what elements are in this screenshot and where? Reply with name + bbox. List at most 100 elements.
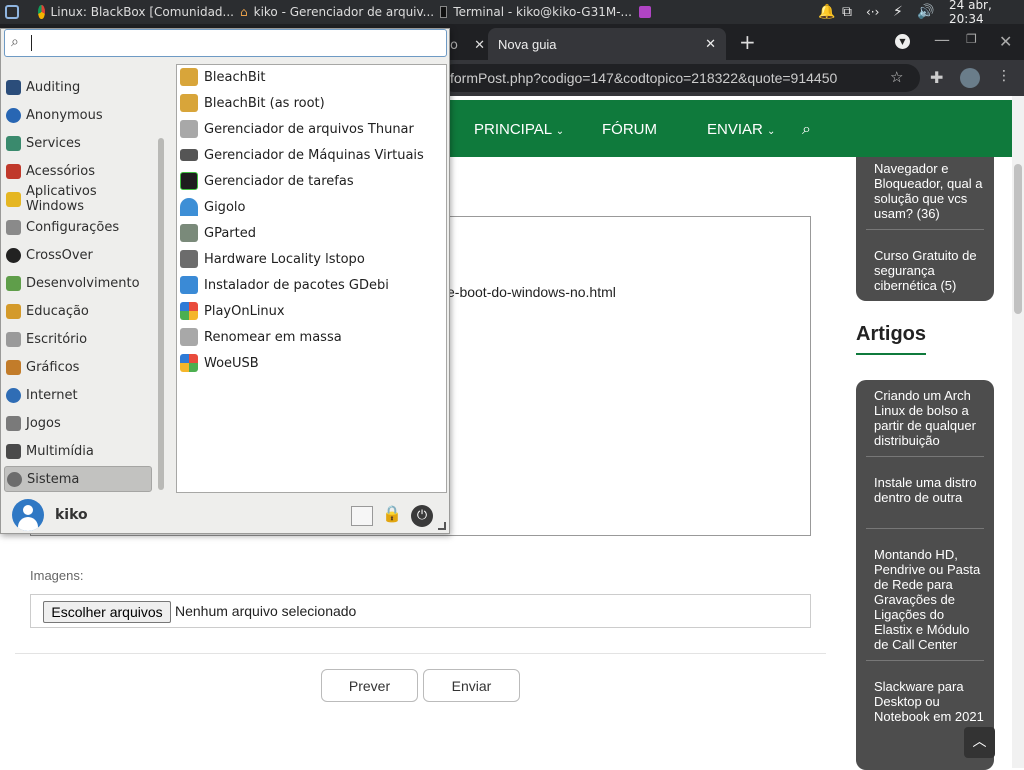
profile-avatar[interactable] xyxy=(960,68,980,88)
taskbar-window-files[interactable]: ⌂ kiko - Gerenciador de arquiv... xyxy=(240,0,434,24)
nav-forum[interactable]: FÓRUM xyxy=(602,121,657,138)
url-text: formPost.php?codigo=147&codtopico=218322… xyxy=(450,70,838,86)
category-crossover[interactable]: CrossOver xyxy=(6,242,152,268)
send-button[interactable]: Enviar xyxy=(423,669,520,702)
category-graficos[interactable]: Gráficos xyxy=(6,354,152,380)
taskbar-window-terminal[interactable]: Terminal - kiko@kiko-G31M-... xyxy=(440,0,632,24)
app-label: Gerenciador de tarefas xyxy=(204,173,354,189)
taskbar-window-browser[interactable]: Linux: BlackBox [Comunidad... xyxy=(38,0,234,24)
tab-label: Nova guia xyxy=(498,37,557,52)
broom-icon xyxy=(180,94,198,112)
download-icon xyxy=(180,276,198,294)
article-link[interactable]: Instale uma distro dentro de outra xyxy=(874,475,984,505)
power-manager-icon[interactable]: ⚡ xyxy=(893,0,903,24)
app-icon[interactable] xyxy=(639,0,655,24)
gear-icon xyxy=(7,471,22,487)
bookmark-star-icon[interactable]: ☆ xyxy=(890,68,903,86)
app-label: Renomear em massa xyxy=(204,329,342,345)
category-auditing[interactable]: Auditing xyxy=(6,74,152,100)
app-woeusb[interactable]: WoeUSB xyxy=(180,351,259,375)
search-icon[interactable]: ⌕ xyxy=(802,121,811,139)
article-link[interactable]: Montando HD, Pendrive ou Pasta de Rede p… xyxy=(874,547,984,652)
category-label: Sistema xyxy=(27,471,80,487)
choose-files-button[interactable]: Escolher arquivos xyxy=(43,601,171,623)
app-virt-manager[interactable]: Gerenciador de Máquinas Virtuais xyxy=(180,143,424,167)
category-label: Configurações xyxy=(26,219,120,235)
chrome-menu-icon[interactable]: ⋮ xyxy=(997,68,1011,84)
user-avatar xyxy=(12,499,44,531)
category-services[interactable]: Services xyxy=(6,130,152,156)
app-playonlinux[interactable]: PlayOnLinux xyxy=(180,299,285,323)
multimedia-icon xyxy=(6,443,21,459)
maximize-icon[interactable]: ❐ xyxy=(966,32,977,46)
menu-search-input[interactable]: ⌕ xyxy=(4,29,447,57)
app-lstopo[interactable]: Hardware Locality lstopo xyxy=(180,247,365,271)
folder-icon xyxy=(180,328,198,346)
app-gdebi[interactable]: Instalador de pacotes GDebi xyxy=(180,273,389,297)
app-label: BleachBit xyxy=(204,69,266,85)
category-educacao[interactable]: Educação xyxy=(6,298,152,324)
app-thunar[interactable]: Gerenciador de arquivos Thunar xyxy=(180,117,414,141)
article-link[interactable]: Criando um Arch Linux de bolso a partir … xyxy=(874,388,984,448)
category-sistema[interactable]: Sistema xyxy=(4,466,152,492)
window-close-icon[interactable]: ✕ xyxy=(999,32,1012,51)
nav-principal[interactable]: PRINCIPAL ⌄ xyxy=(474,121,564,138)
category-desenvolvimento[interactable]: Desenvolvimento xyxy=(6,270,152,296)
auditing-icon xyxy=(6,79,21,95)
sidebar-link[interactable]: Navegador e Bloqueador, qual a solução q… xyxy=(874,161,984,221)
tab-new[interactable]: Nova guia ✕ xyxy=(488,28,726,60)
menu-icon[interactable] xyxy=(4,0,22,24)
category-aplicativos-windows[interactable]: Aplicativos Windows xyxy=(6,184,152,214)
volume-icon[interactable]: 🔊 xyxy=(917,0,934,24)
app-gigolo[interactable]: Gigolo xyxy=(180,195,245,219)
no-file-label: Nenhum arquivo selecionado xyxy=(175,603,357,619)
network-icon[interactable]: ‹·› xyxy=(866,0,879,24)
resize-grip-icon[interactable] xyxy=(438,522,446,530)
app-bleachbit-root[interactable]: BleachBit (as root) xyxy=(180,91,325,115)
app-label: Gerenciador de Máquinas Virtuais xyxy=(204,147,424,163)
category-acessorios[interactable]: Acessórios xyxy=(6,158,152,184)
preview-button[interactable]: Prever xyxy=(321,669,418,702)
lock-icon[interactable]: 🔒 xyxy=(382,504,402,526)
new-tab-icon[interactable]: + xyxy=(739,30,756,54)
app-label: Gigolo xyxy=(204,199,246,215)
sidebar-link[interactable]: Curso Gratuito de segurança cibernética … xyxy=(874,248,984,293)
close-icon[interactable]: ✕ xyxy=(705,36,716,52)
taskbar-window-label: Linux: BlackBox [Comunidad... xyxy=(50,5,234,19)
app-bulk-rename[interactable]: Renomear em massa xyxy=(180,325,342,349)
text-cursor xyxy=(31,35,32,51)
clock[interactable]: 24 abr, 20:34 xyxy=(949,0,1024,26)
extensions-icon[interactable]: ✚ xyxy=(930,68,943,87)
category-scrollbar[interactable] xyxy=(156,64,166,494)
app-gparted[interactable]: GParted xyxy=(180,221,256,245)
tab-search-icon[interactable]: ▼ xyxy=(895,34,910,49)
category-configuracoes[interactable]: Configurações xyxy=(6,214,152,240)
app-task-manager[interactable]: Gerenciador de tarefas xyxy=(180,169,354,193)
tab-forum[interactable]: o ✕ xyxy=(448,28,488,60)
category-jogos[interactable]: Jogos xyxy=(6,410,152,436)
nav-enviar[interactable]: ENVIAR ⌄ xyxy=(707,121,775,138)
url-bar[interactable]: formPost.php?codigo=147&codtopico=218322… xyxy=(440,64,920,92)
minimize-icon[interactable]: — xyxy=(934,30,950,49)
settings-manager-icon[interactable] xyxy=(351,506,373,526)
category-label: Acessórios xyxy=(26,163,95,179)
power-icon[interactable]: ⏻ xyxy=(411,505,433,527)
scroll-top-button[interactable]: ︿ xyxy=(964,727,995,758)
screens-icon[interactable]: ⧉ xyxy=(842,0,852,24)
category-label: Gráficos xyxy=(26,359,80,375)
category-multimidia[interactable]: Multimídia xyxy=(6,438,152,464)
category-internet[interactable]: Internet xyxy=(6,382,152,408)
divider xyxy=(866,456,984,457)
category-anonymous[interactable]: Anonymous xyxy=(6,102,152,128)
page-scrollbar[interactable] xyxy=(1012,96,1024,768)
article-link[interactable]: Slackware para Desktop ou Notebook em 20… xyxy=(874,679,984,724)
app-label: PlayOnLinux xyxy=(204,303,285,319)
close-icon[interactable]: ✕ xyxy=(474,38,485,53)
app-label: BleachBit (as root) xyxy=(204,95,325,111)
bell-icon[interactable]: 🔔 xyxy=(818,0,835,24)
app-bleachbit[interactable]: BleachBit xyxy=(180,65,266,89)
category-escritorio[interactable]: Escritório xyxy=(6,326,152,352)
development-icon xyxy=(6,275,21,291)
app-label: Instalador de pacotes GDebi xyxy=(204,277,389,293)
office-icon xyxy=(6,331,21,347)
